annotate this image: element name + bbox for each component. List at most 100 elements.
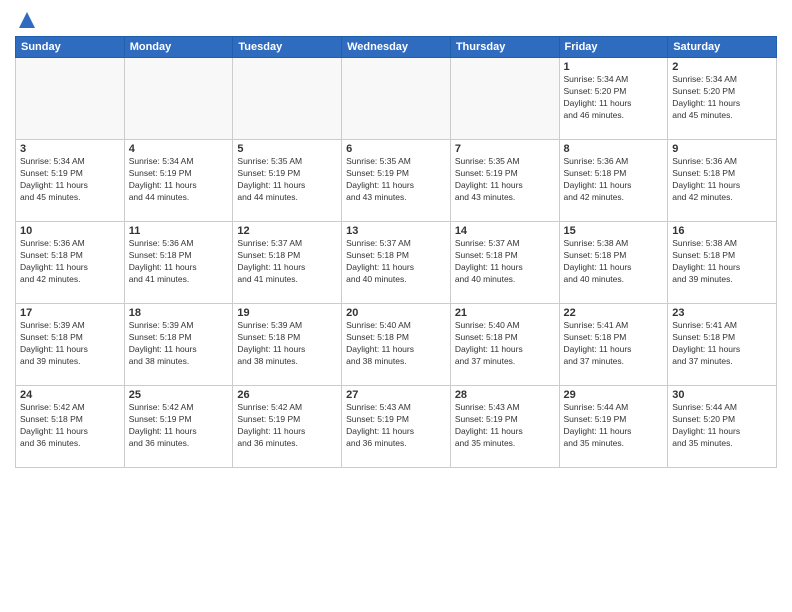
day-info: Sunrise: 5:42 AMSunset: 5:19 PMDaylight:…: [237, 402, 337, 450]
day-number: 18: [129, 307, 229, 319]
day-info: Sunrise: 5:35 AMSunset: 5:19 PMDaylight:…: [455, 156, 555, 204]
day-number: 26: [237, 389, 337, 401]
week-row-4: 24Sunrise: 5:42 AMSunset: 5:18 PMDayligh…: [16, 386, 777, 468]
header-monday: Monday: [124, 37, 233, 58]
calendar-cell: 6Sunrise: 5:35 AMSunset: 5:19 PMDaylight…: [342, 140, 451, 222]
day-info: Sunrise: 5:42 AMSunset: 5:19 PMDaylight:…: [129, 402, 229, 450]
day-info: Sunrise: 5:36 AMSunset: 5:18 PMDaylight:…: [129, 238, 229, 286]
day-number: 22: [564, 307, 664, 319]
day-info: Sunrise: 5:38 AMSunset: 5:18 PMDaylight:…: [672, 238, 772, 286]
day-info: Sunrise: 5:37 AMSunset: 5:18 PMDaylight:…: [346, 238, 446, 286]
calendar-cell: 21Sunrise: 5:40 AMSunset: 5:18 PMDayligh…: [450, 304, 559, 386]
day-info: Sunrise: 5:41 AMSunset: 5:18 PMDaylight:…: [564, 320, 664, 368]
logo-text: [15, 10, 37, 30]
calendar-cell: 8Sunrise: 5:36 AMSunset: 5:18 PMDaylight…: [559, 140, 668, 222]
day-info: Sunrise: 5:44 AMSunset: 5:19 PMDaylight:…: [564, 402, 664, 450]
calendar-cell: 25Sunrise: 5:42 AMSunset: 5:19 PMDayligh…: [124, 386, 233, 468]
day-number: 4: [129, 143, 229, 155]
day-info: Sunrise: 5:39 AMSunset: 5:18 PMDaylight:…: [237, 320, 337, 368]
day-info: Sunrise: 5:43 AMSunset: 5:19 PMDaylight:…: [455, 402, 555, 450]
calendar-header-row: SundayMondayTuesdayWednesdayThursdayFrid…: [16, 37, 777, 58]
day-info: Sunrise: 5:34 AMSunset: 5:20 PMDaylight:…: [672, 74, 772, 122]
calendar-cell: [16, 58, 125, 140]
calendar-cell: 14Sunrise: 5:37 AMSunset: 5:18 PMDayligh…: [450, 222, 559, 304]
header-friday: Friday: [559, 37, 668, 58]
calendar-cell: 12Sunrise: 5:37 AMSunset: 5:18 PMDayligh…: [233, 222, 342, 304]
header: [15, 10, 777, 30]
calendar-cell: 27Sunrise: 5:43 AMSunset: 5:19 PMDayligh…: [342, 386, 451, 468]
day-number: 12: [237, 225, 337, 237]
day-info: Sunrise: 5:36 AMSunset: 5:18 PMDaylight:…: [672, 156, 772, 204]
day-info: Sunrise: 5:41 AMSunset: 5:18 PMDaylight:…: [672, 320, 772, 368]
day-number: 28: [455, 389, 555, 401]
day-number: 5: [237, 143, 337, 155]
day-info: Sunrise: 5:38 AMSunset: 5:18 PMDaylight:…: [564, 238, 664, 286]
calendar-cell: 3Sunrise: 5:34 AMSunset: 5:19 PMDaylight…: [16, 140, 125, 222]
calendar-cell: 19Sunrise: 5:39 AMSunset: 5:18 PMDayligh…: [233, 304, 342, 386]
calendar-cell: 29Sunrise: 5:44 AMSunset: 5:19 PMDayligh…: [559, 386, 668, 468]
day-info: Sunrise: 5:44 AMSunset: 5:20 PMDaylight:…: [672, 402, 772, 450]
calendar-cell: 15Sunrise: 5:38 AMSunset: 5:18 PMDayligh…: [559, 222, 668, 304]
calendar-cell: 2Sunrise: 5:34 AMSunset: 5:20 PMDaylight…: [668, 58, 777, 140]
calendar-cell: 30Sunrise: 5:44 AMSunset: 5:20 PMDayligh…: [668, 386, 777, 468]
calendar-cell: 7Sunrise: 5:35 AMSunset: 5:19 PMDaylight…: [450, 140, 559, 222]
day-info: Sunrise: 5:37 AMSunset: 5:18 PMDaylight:…: [237, 238, 337, 286]
day-number: 17: [20, 307, 120, 319]
calendar-cell: [233, 58, 342, 140]
day-number: 15: [564, 225, 664, 237]
day-number: 6: [346, 143, 446, 155]
day-info: Sunrise: 5:37 AMSunset: 5:18 PMDaylight:…: [455, 238, 555, 286]
header-sunday: Sunday: [16, 37, 125, 58]
calendar-cell: 18Sunrise: 5:39 AMSunset: 5:18 PMDayligh…: [124, 304, 233, 386]
day-number: 14: [455, 225, 555, 237]
day-number: 24: [20, 389, 120, 401]
day-number: 21: [455, 307, 555, 319]
day-number: 30: [672, 389, 772, 401]
day-info: Sunrise: 5:36 AMSunset: 5:18 PMDaylight:…: [564, 156, 664, 204]
day-number: 19: [237, 307, 337, 319]
day-number: 29: [564, 389, 664, 401]
calendar-cell: 5Sunrise: 5:35 AMSunset: 5:19 PMDaylight…: [233, 140, 342, 222]
day-number: 8: [564, 143, 664, 155]
calendar-cell: 26Sunrise: 5:42 AMSunset: 5:19 PMDayligh…: [233, 386, 342, 468]
calendar-cell: 23Sunrise: 5:41 AMSunset: 5:18 PMDayligh…: [668, 304, 777, 386]
day-info: Sunrise: 5:36 AMSunset: 5:18 PMDaylight:…: [20, 238, 120, 286]
logo-icon: [17, 10, 37, 30]
day-number: 27: [346, 389, 446, 401]
calendar-cell: 1Sunrise: 5:34 AMSunset: 5:20 PMDaylight…: [559, 58, 668, 140]
calendar-cell: 4Sunrise: 5:34 AMSunset: 5:19 PMDaylight…: [124, 140, 233, 222]
calendar-cell: 20Sunrise: 5:40 AMSunset: 5:18 PMDayligh…: [342, 304, 451, 386]
day-info: Sunrise: 5:35 AMSunset: 5:19 PMDaylight:…: [237, 156, 337, 204]
day-number: 3: [20, 143, 120, 155]
day-info: Sunrise: 5:34 AMSunset: 5:19 PMDaylight:…: [20, 156, 120, 204]
page: SundayMondayTuesdayWednesdayThursdayFrid…: [0, 0, 792, 612]
day-number: 13: [346, 225, 446, 237]
calendar-cell: 28Sunrise: 5:43 AMSunset: 5:19 PMDayligh…: [450, 386, 559, 468]
day-number: 9: [672, 143, 772, 155]
day-info: Sunrise: 5:34 AMSunset: 5:20 PMDaylight:…: [564, 74, 664, 122]
day-info: Sunrise: 5:39 AMSunset: 5:18 PMDaylight:…: [129, 320, 229, 368]
day-info: Sunrise: 5:34 AMSunset: 5:19 PMDaylight:…: [129, 156, 229, 204]
day-number: 16: [672, 225, 772, 237]
calendar-cell: 24Sunrise: 5:42 AMSunset: 5:18 PMDayligh…: [16, 386, 125, 468]
day-number: 10: [20, 225, 120, 237]
day-info: Sunrise: 5:40 AMSunset: 5:18 PMDaylight:…: [346, 320, 446, 368]
calendar-table: SundayMondayTuesdayWednesdayThursdayFrid…: [15, 36, 777, 468]
week-row-1: 3Sunrise: 5:34 AMSunset: 5:19 PMDaylight…: [16, 140, 777, 222]
day-number: 2: [672, 61, 772, 73]
day-number: 7: [455, 143, 555, 155]
logo: [15, 10, 37, 30]
week-row-3: 17Sunrise: 5:39 AMSunset: 5:18 PMDayligh…: [16, 304, 777, 386]
day-number: 11: [129, 225, 229, 237]
day-info: Sunrise: 5:35 AMSunset: 5:19 PMDaylight:…: [346, 156, 446, 204]
header-tuesday: Tuesday: [233, 37, 342, 58]
calendar-cell: [342, 58, 451, 140]
day-number: 1: [564, 61, 664, 73]
calendar-cell: 9Sunrise: 5:36 AMSunset: 5:18 PMDaylight…: [668, 140, 777, 222]
calendar-cell: 16Sunrise: 5:38 AMSunset: 5:18 PMDayligh…: [668, 222, 777, 304]
week-row-0: 1Sunrise: 5:34 AMSunset: 5:20 PMDaylight…: [16, 58, 777, 140]
calendar-cell: 22Sunrise: 5:41 AMSunset: 5:18 PMDayligh…: [559, 304, 668, 386]
day-number: 25: [129, 389, 229, 401]
day-info: Sunrise: 5:39 AMSunset: 5:18 PMDaylight:…: [20, 320, 120, 368]
calendar-cell: [124, 58, 233, 140]
